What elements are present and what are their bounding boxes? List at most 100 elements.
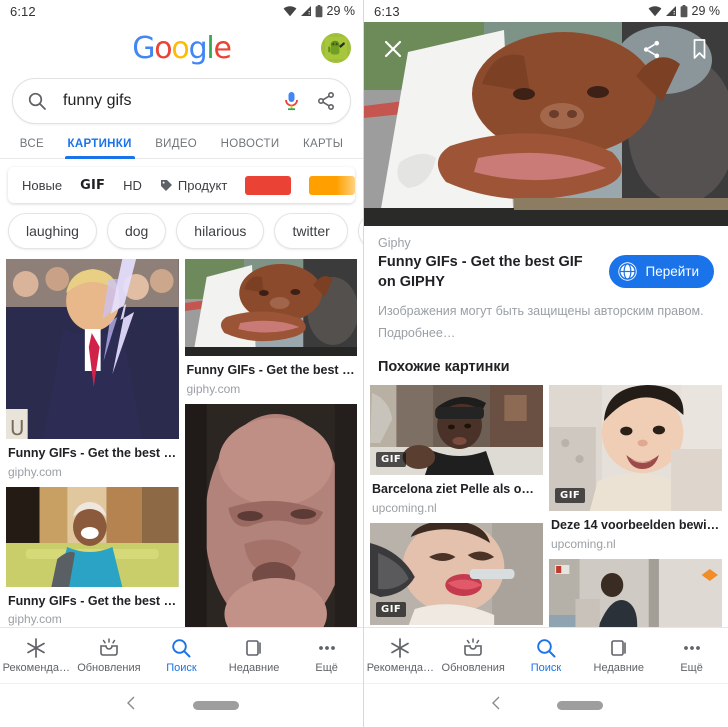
nav-item-search[interactable]: Поиск — [145, 637, 218, 674]
battery-icon — [315, 4, 323, 18]
filter-color-orange[interactable] — [309, 175, 355, 195]
inbox-icon — [464, 638, 482, 656]
hero-image-viewer[interactable] — [364, 22, 728, 226]
similar-card[interactable]: GIF Deze 14 voorbeelden bewijzen h… upco… — [549, 384, 722, 551]
nav-item-recents[interactable]: Недавние — [218, 637, 291, 674]
left-phone-screen: 6:12 29 % Google funny gifs ВСЕ КАРТИНКИ… — [0, 0, 364, 727]
nav-label: Ещё — [315, 662, 338, 674]
similar-card[interactable]: GIF Gebitsprothesen voor 'vluchtelin… fo… — [370, 522, 543, 628]
dual-screenshot-container: 6:12 29 % Google funny gifs ВСЕ КАРТИНКИ… — [0, 0, 728, 727]
home-pill[interactable] — [192, 701, 239, 710]
copyright-notice[interactable]: Изображения могут быть защищены авторски… — [378, 301, 714, 345]
filter-gif[interactable]: GIF — [80, 178, 105, 193]
system-nav-bar — [364, 683, 728, 727]
gif-badge: GIF — [376, 451, 407, 467]
image-results-grid: U Funny GIFs - Get the best GIF on … gip… — [0, 255, 363, 627]
chip-laughing[interactable]: laughing — [8, 213, 97, 249]
similar-title: Gebitsprothesen voor 'vluchtelin… — [370, 625, 543, 628]
visit-button[interactable]: Перейти — [608, 255, 714, 288]
nav-label: Недавние — [228, 662, 280, 674]
nav-item-recommended[interactable]: Рекоменда… — [0, 637, 73, 674]
share-icon[interactable] — [316, 91, 336, 111]
nav-item-search[interactable]: Поиск — [510, 637, 583, 674]
search-icon — [27, 91, 47, 111]
chip-tweets[interactable]: tweets — [357, 213, 363, 249]
man-stairs-gif — [549, 558, 722, 627]
similar-column-2: GIF Deze 14 voorbeelden bewijzen h… upco… — [549, 384, 722, 627]
filter-product[interactable]: Продукт — [160, 178, 227, 193]
share-icon[interactable] — [638, 36, 664, 62]
gif-badge: GIF — [555, 487, 586, 503]
nav-item-more[interactable]: Ещё — [655, 637, 728, 674]
inbox-icon — [100, 638, 118, 656]
search-icon — [172, 639, 191, 658]
similar-card[interactable]: GIF Barcelona ziet Pelle als oplossin… u… — [370, 384, 543, 515]
close-icon[interactable] — [380, 36, 406, 62]
avatar[interactable] — [321, 33, 351, 63]
similar-thumbnail[interactable]: GIF — [370, 384, 543, 475]
search-bar[interactable]: funny gifs — [12, 78, 351, 124]
similar-thumbnail[interactable]: GIF — [549, 384, 722, 511]
filter-color-red[interactable] — [245, 175, 292, 195]
filter-hd[interactable]: HD — [123, 178, 142, 193]
tab-news[interactable]: НОВОСТИ — [209, 132, 291, 158]
result-thumbnail[interactable]: U — [6, 259, 179, 439]
similar-images-grid: GIF Barcelona ziet Pelle als oplossin… u… — [364, 381, 728, 627]
back-icon[interactable] — [124, 695, 140, 716]
globe-icon — [617, 262, 637, 281]
signal-icon — [300, 5, 312, 17]
tab-images[interactable]: КАРТИНКИ — [56, 132, 144, 159]
mic-icon[interactable] — [283, 90, 300, 112]
search-icon — [537, 639, 556, 658]
detail-title: Funny GIFs - Get the best GIF on GIPHY — [378, 254, 583, 290]
back-icon[interactable] — [489, 695, 505, 716]
result-title: Funny GIFs - Get the best GIF on … — [8, 446, 179, 460]
home-pill[interactable] — [557, 701, 604, 710]
nav-item-updates[interactable]: Обновления — [437, 637, 510, 674]
results-scroll-area[interactable]: Новые GIF HD Продукт laughing dog hilari… — [0, 159, 363, 627]
result-card[interactable]: U Funny GIFs - Get the best GIF on … gip… — [6, 259, 179, 479]
system-nav-bar — [0, 683, 363, 727]
result-thumbnail[interactable] — [184, 403, 357, 627]
result-thumbnail[interactable] — [6, 486, 179, 587]
similar-thumbnail[interactable]: GIF — [370, 522, 543, 625]
nav-label: Обновления — [77, 662, 141, 674]
tab-video[interactable]: ВИДЕО — [143, 132, 208, 158]
similar-domain: upcoming.nl — [372, 500, 437, 515]
similar-card[interactable] — [549, 558, 722, 627]
result-thumbnail[interactable] — [184, 259, 357, 356]
chip-hilarious[interactable]: hilarious — [176, 213, 265, 249]
more-icon — [683, 646, 700, 650]
asterisk-icon — [27, 638, 46, 658]
chip-twitter[interactable]: twitter — [274, 213, 348, 249]
nav-item-more[interactable]: Ещё — [290, 637, 363, 674]
similar-column-1: GIF Barcelona ziet Pelle als oplossin… u… — [370, 384, 543, 628]
wifi-icon — [283, 5, 297, 17]
nav-item-recents[interactable]: Недавние — [582, 637, 655, 674]
similar-thumbnail[interactable] — [549, 558, 722, 627]
detail-title-row: Funny GIFs - Get the best GIF on GIPHY П… — [378, 253, 714, 292]
filter-new[interactable]: Новые — [22, 178, 62, 193]
similar-images-scroll-area[interactable]: GIF Barcelona ziet Pelle als oplossin… u… — [364, 380, 728, 627]
battery-icon — [680, 4, 688, 18]
more-icon — [318, 646, 335, 650]
tab-all[interactable]: ВСЕ — [8, 132, 56, 158]
tab-maps[interactable]: КАРТЫ — [291, 132, 355, 158]
result-card[interactable]: Funny GIFs - Get the best GIF on … giphy… — [6, 486, 179, 627]
result-card[interactable]: Funny GIFs - Get the best GIF on … giphy… — [184, 259, 357, 396]
status-bar: 6:13 29 % — [364, 0, 728, 22]
trump-lightning-gif: U — [6, 259, 179, 439]
nav-item-updates[interactable]: Обновления — [73, 637, 146, 674]
nav-label: Поиск — [166, 662, 197, 674]
bookmark-icon[interactable] — [686, 36, 712, 62]
image-detail-panel: Giphy Funny GIFs - Get the best GIF on G… — [364, 226, 728, 381]
related-chips: laughing dog hilarious twitter tweets — [0, 203, 363, 255]
chip-dog[interactable]: dog — [106, 213, 167, 249]
hero-action-bar — [364, 22, 728, 76]
recents-icon — [610, 640, 626, 656]
nav-item-recommended[interactable]: Рекоменда… — [364, 637, 437, 674]
search-input[interactable]: funny gifs — [63, 92, 283, 110]
bottom-nav: Рекоменда… Обновления Поиск Недавние Ещё — [0, 627, 363, 683]
result-card[interactable] — [184, 403, 357, 627]
recents-icon — [246, 640, 261, 656]
